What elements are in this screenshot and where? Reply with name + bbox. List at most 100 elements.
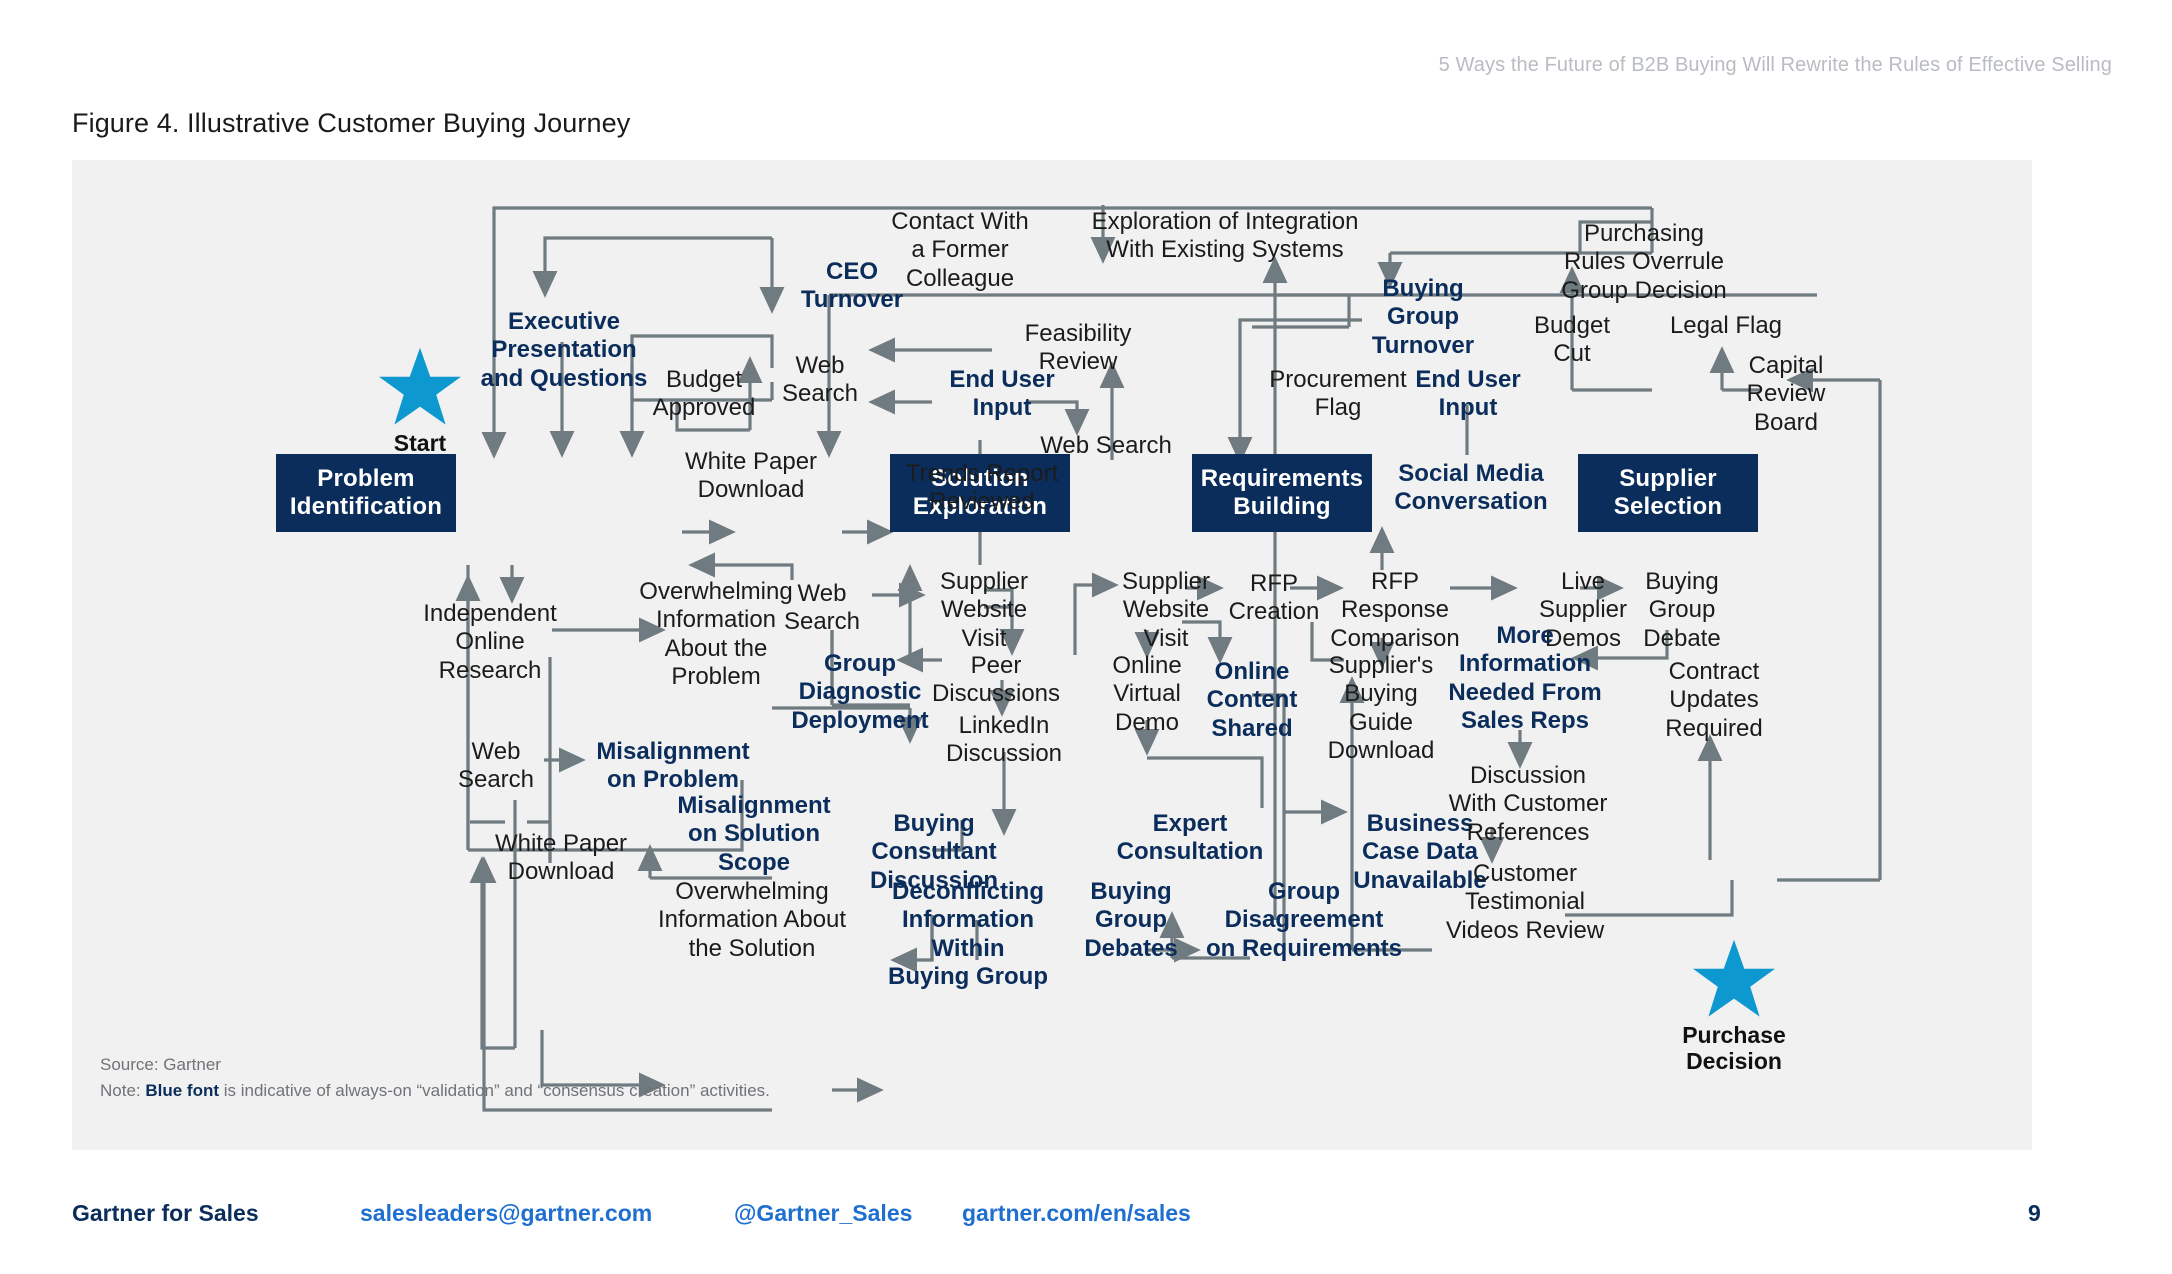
activity-label: Supplier Website Visit <box>1121 568 1211 652</box>
activity-label: Web Search <box>781 352 859 408</box>
running-header: 5 Ways the Future of B2B Buying Will Rew… <box>1438 54 2112 76</box>
activity-label: Group Diagnostic Deployment <box>791 650 929 734</box>
activity-white-paper-download-1: White Paper Download <box>658 448 844 505</box>
activity-label: Social Media Conversation <box>1394 460 1548 516</box>
activity-group-disagreement-on-requirements: Group Disagreement on Requirements <box>1198 878 1410 963</box>
activity-label: Buying Group Debates <box>1084 878 1178 962</box>
activity-deconflicting-information-within-buying-group: Deconflicting Information Within Buying … <box>880 878 1056 991</box>
activity-label: Overwhelming Information About the Probl… <box>639 578 793 690</box>
footer-website-link[interactable]: gartner.com/en/sales <box>962 1200 1191 1227</box>
activity-label: Executive Presentation and Questions <box>480 308 648 392</box>
stage-label: Problem Identification <box>289 464 443 520</box>
marker-label: Purchase Decision <box>1682 1022 1786 1075</box>
footer-email-link[interactable]: salesleaders@gartner.com <box>360 1200 652 1227</box>
activity-label: Supplier Website Visit <box>939 568 1029 652</box>
note-bold-keyword: Blue font <box>145 1081 220 1100</box>
activity-label: Group Disagreement on Requirements <box>1205 878 1403 962</box>
activity-web-search-2: Web Search <box>1024 432 1188 460</box>
activity-label: Contract Updates Required <box>1665 658 1763 742</box>
activity-label: Capital Review Board <box>1746 352 1826 436</box>
note-prefix: Note: <box>100 1081 146 1100</box>
activity-label: Online Content Shared <box>1206 658 1298 742</box>
activity-label: Web Search <box>1040 432 1172 459</box>
activity-trends-report-reviewed: Trends Report Reviewed <box>890 460 1074 517</box>
activity-label: Expert Consultation <box>1116 810 1264 866</box>
activity-label: White Paper Download <box>494 830 628 886</box>
activity-label: Buying Group Debate <box>1643 568 1721 652</box>
activity-label: Buying Group Turnover <box>1371 275 1475 359</box>
activity-customer-testimonial-videos-review: Customer Testimonial Videos Review <box>1422 860 1628 945</box>
activity-label: More Information Needed From Sales Reps <box>1448 622 1602 734</box>
activity-label: End User Input <box>1415 366 1521 422</box>
activity-white-paper-download-2: White Paper Download <box>468 830 654 887</box>
activity-misalignment-on-solution-scope: Misalignment on Solution Scope <box>668 792 840 877</box>
activity-buying-group-debate: Buying Group Debate <box>1614 568 1750 653</box>
figure-panel: Problem Identification Solution Explorat… <box>72 160 2032 1150</box>
activity-legal-flag: Legal Flag <box>1650 312 1802 340</box>
note-rest: is indicative of always-on “validation” … <box>219 1081 770 1100</box>
activity-label: Legal Flag <box>1669 312 1783 339</box>
activity-label: Budget Cut <box>1533 312 1611 368</box>
activity-label: Procurement Flag <box>1269 366 1407 422</box>
stage-box-requirements-building[interactable]: Requirements Building <box>1192 454 1372 532</box>
activity-label: Peer Discussions <box>931 652 1061 708</box>
activity-contact-with-a-former-colleague: Contact With a Former Colleague <box>862 208 1058 293</box>
activity-web-search-3: Web Search <box>772 580 872 637</box>
footer-twitter-link[interactable]: @Gartner_Sales <box>734 1200 912 1227</box>
activity-supplier-website-visit-2: Supplier Website Visit <box>1094 568 1238 653</box>
activity-label: RFP Creation <box>1228 570 1320 626</box>
activity-label: Contact With a Former Colleague <box>891 208 1029 292</box>
activity-label: Overwhelming Information About the Solut… <box>657 878 847 962</box>
activity-label: Customer Testimonial Videos Review <box>1445 860 1605 944</box>
activity-label: Web Search <box>783 580 861 636</box>
activity-label: Trends Report Reviewed <box>905 460 1059 516</box>
star-icon <box>379 347 461 425</box>
marker-purchase-decision: Purchase Decision <box>1660 938 1808 1075</box>
activity-label: Exploration of Integration With Existing… <box>1091 208 1359 264</box>
activity-supplier-website-visit-1: Supplier Website Visit <box>914 568 1054 653</box>
page-root: 5 Ways the Future of B2B Buying Will Rew… <box>0 0 2172 1274</box>
activity-discussion-with-customer-references: Discussion With Customer References <box>1428 762 1628 847</box>
activity-end-user-input-1: End User Input <box>934 366 1070 423</box>
activity-expert-consultation: Expert Consultation <box>1100 810 1280 867</box>
activity-purchasing-rules-overrule-group-decision: Purchasing Rules Overrule Group Decision <box>1534 220 1754 305</box>
activity-label: Deconflicting Information Within Buying … <box>888 878 1048 990</box>
figure-title: Figure 4. Illustrative Customer Buying J… <box>72 108 631 138</box>
page-number: 9 <box>2028 1200 2041 1226</box>
stage-box-supplier-selection[interactable]: Supplier Selection <box>1578 454 1758 532</box>
activity-contract-updates-required: Contract Updates Required <box>1640 658 1788 743</box>
activity-misalignment-on-problem: Misalignment on Problem <box>580 738 766 795</box>
activity-label: End User Input <box>949 366 1055 422</box>
activity-exploration-of-integration-with-existing-systems: Exploration of Integration With Existing… <box>1080 208 1370 265</box>
activity-group-diagnostic-deployment: Group Diagnostic Deployment <box>772 650 948 735</box>
activity-web-search-1: Web Search <box>772 352 868 409</box>
legend-note: Note: Blue font is indicative of always-… <box>100 1078 770 1104</box>
activity-capital-review-board: Capital Review Board <box>1724 352 1848 437</box>
star-icon <box>1693 939 1775 1017</box>
activity-label: Supplier's Buying Guide Download <box>1327 652 1435 764</box>
marker-start: Start <box>360 346 480 456</box>
activity-overwhelming-information-about-the-solution: Overwhelming Information About the Solut… <box>644 878 860 963</box>
source-text: Source: Gartner <box>100 1055 221 1074</box>
stage-box-problem-identification[interactable]: Problem Identification <box>276 454 456 532</box>
activity-budget-approved: Budget Approved <box>638 366 770 423</box>
source-note: Source: Gartner <box>100 1052 221 1078</box>
activity-more-information-needed-from-sales-reps: More Information Needed From Sales Reps <box>1430 622 1620 735</box>
marker-label: Start <box>393 430 447 456</box>
activity-linkedin-discussion: LinkedIn Discussion <box>928 712 1080 769</box>
page-footer: Gartner for Sales salesleaders@gartner.c… <box>72 1200 2102 1240</box>
activity-independent-online-research: Independent Online Research <box>408 600 572 685</box>
activity-label: Web Search <box>457 738 535 794</box>
activity-social-media-conversation: Social Media Conversation <box>1378 460 1564 517</box>
activity-label: White Paper Download <box>684 448 818 504</box>
activity-buying-group-turnover: Buying Group Turnover <box>1348 275 1498 360</box>
activity-label: Misalignment on Problem <box>596 738 750 794</box>
activity-budget-cut: Budget Cut <box>1524 312 1620 369</box>
activity-label: Budget Approved <box>652 366 756 422</box>
stage-label: Supplier Selection <box>1613 464 1723 520</box>
stage-label: Requirements Building <box>1200 464 1364 520</box>
activity-web-search-4: Web Search <box>444 738 548 795</box>
activity-buying-group-debates: Buying Group Debates <box>1072 878 1190 963</box>
footer-brand: Gartner for Sales <box>72 1200 259 1226</box>
activity-label: Misalignment on Solution Scope <box>677 792 831 876</box>
